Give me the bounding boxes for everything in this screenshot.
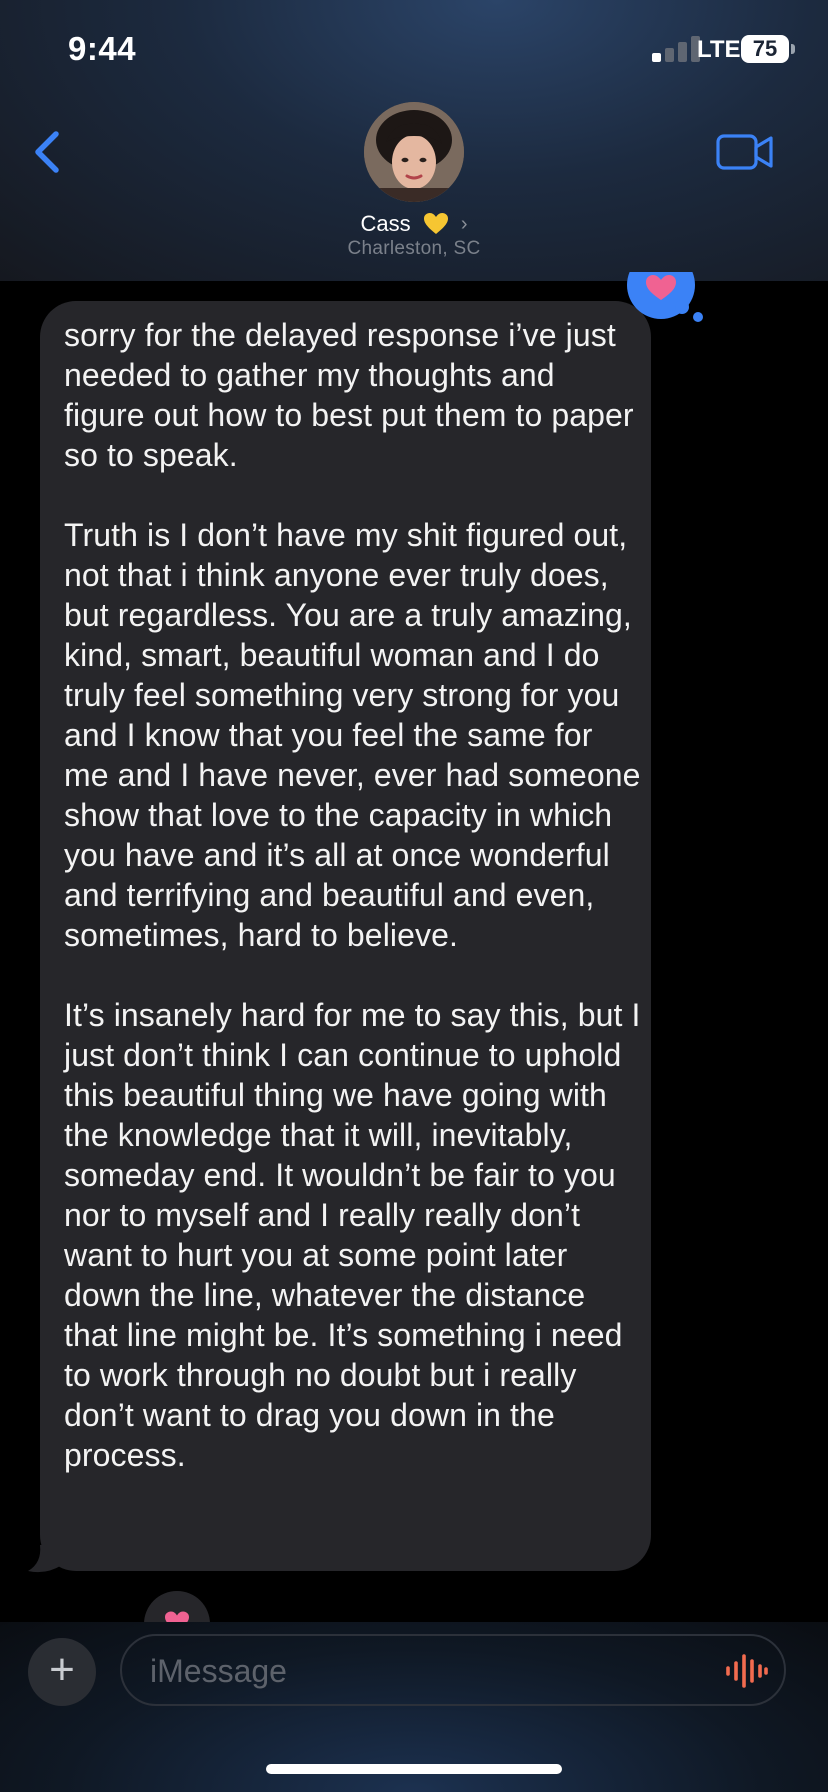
home-indicator[interactable]	[266, 1764, 562, 1774]
facetime-video-button[interactable]	[716, 132, 774, 172]
battery-icon: 75	[741, 35, 789, 63]
contact-name: Cass	[360, 211, 411, 237]
conversation-area[interactable]: sorry for the delayed response i’ve just…	[0, 281, 828, 1631]
messages-screen: 9:44 LTE 75 Cass › Charleston, SC sorry …	[0, 0, 828, 1792]
heart-reaction-icon	[627, 251, 703, 322]
bubble-tail	[28, 1545, 62, 1573]
message-text: sorry for the delayed response i’ve just…	[64, 317, 641, 1473]
contact-avatar[interactable]	[364, 102, 464, 202]
message-field[interactable]	[120, 1634, 786, 1706]
apps-plus-button[interactable]: +	[28, 1638, 96, 1706]
battery-tip	[791, 44, 795, 54]
yellow-heart-icon	[423, 213, 448, 235]
battery-level: 75	[752, 36, 778, 61]
status-time: 9:44	[68, 30, 137, 67]
back-button[interactable]	[28, 126, 68, 178]
video-camera-icon	[716, 134, 773, 170]
contact-location: Charleston, SC	[347, 238, 481, 259]
contact-name-row[interactable]: Cass ›	[0, 210, 828, 237]
conversation-header: 9:44 LTE 75 Cass › Charleston, SC	[0, 0, 828, 281]
chevron-right-icon: ›	[460, 212, 468, 235]
plus-icon: +	[49, 1645, 75, 1694]
message-input[interactable]	[148, 1636, 712, 1706]
audio-message-button[interactable]	[724, 1653, 768, 1689]
status-bar: 9:44 LTE 75	[0, 0, 828, 100]
network-type: LTE	[697, 36, 741, 63]
avatar-photo	[364, 102, 464, 202]
chevron-left-icon	[35, 131, 59, 173]
waveform-icon	[726, 1654, 768, 1688]
tapback-heart-top[interactable]	[626, 251, 706, 338]
